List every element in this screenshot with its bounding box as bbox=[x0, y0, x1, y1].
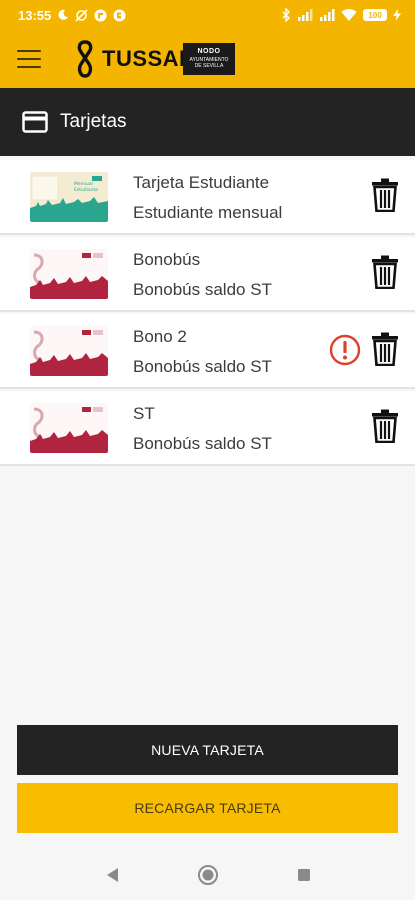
bluetooth-icon bbox=[281, 8, 291, 22]
charging-icon bbox=[393, 9, 401, 21]
card-item-tarjeta-estudiante[interactable]: Mensual Estudiante Tarjeta Estudiante Es… bbox=[0, 160, 415, 235]
alert-circle-icon[interactable] bbox=[329, 334, 361, 366]
moon-icon bbox=[57, 9, 69, 21]
svg-text:Mensual: Mensual bbox=[74, 181, 93, 187]
tussam-logo: TUSSAM bbox=[74, 40, 198, 78]
card-name: ST bbox=[133, 404, 155, 423]
card-name: Tarjeta Estudiante bbox=[133, 173, 270, 192]
home-icon bbox=[197, 865, 218, 885]
ayto-title: NODO bbox=[197, 48, 221, 55]
home-button[interactable] bbox=[197, 864, 219, 886]
page-title: Tarjetas bbox=[60, 111, 127, 132]
recents-button[interactable] bbox=[293, 864, 315, 886]
signal-icon bbox=[297, 9, 313, 21]
card-type: Bonobús saldo ST bbox=[133, 280, 272, 299]
card-name: Bono 2 bbox=[133, 327, 187, 346]
app-notification-icon bbox=[113, 9, 126, 22]
trash-icon[interactable] bbox=[371, 178, 399, 212]
card-item-bonobus[interactable]: Bonobús Bonobús saldo ST bbox=[0, 237, 415, 312]
tussam-logo-mark bbox=[77, 40, 93, 78]
card-type: Bonobús saldo ST bbox=[133, 357, 272, 376]
card-thumbnail bbox=[30, 326, 108, 376]
card-thumbnail bbox=[30, 403, 108, 453]
system-nav-bar bbox=[0, 850, 415, 900]
credit-card-icon bbox=[22, 111, 48, 133]
status-bar: 13:55 100 bbox=[0, 0, 415, 30]
ayto-line2: DE SEVILLA bbox=[194, 63, 224, 69]
card-info: Bono 2 Bonobús saldo ST bbox=[133, 326, 272, 378]
trash-icon[interactable] bbox=[371, 409, 399, 443]
ayuntamiento-logo: NODO AYUNTAMIENTO DE SEVILLA bbox=[183, 43, 235, 75]
card-type: Bonobús saldo ST bbox=[133, 434, 272, 453]
card-info: Bonobús Bonobús saldo ST bbox=[133, 249, 272, 301]
new-card-button[interactable]: NUEVA TARJETA bbox=[17, 725, 398, 775]
card-thumbnail bbox=[30, 249, 108, 299]
card-info: Tarjeta Estudiante Estudiante mensual bbox=[133, 172, 282, 224]
battery-icon: 100 bbox=[363, 9, 387, 21]
card-list: Mensual Estudiante Tarjeta Estudiante Es… bbox=[0, 160, 415, 468]
hamburger-icon bbox=[17, 50, 41, 52]
card-name: Bonobús bbox=[133, 250, 201, 269]
back-icon bbox=[106, 868, 118, 882]
app-notification-icon bbox=[94, 9, 107, 22]
card-item-st[interactable]: ST Bonobús saldo ST bbox=[0, 391, 415, 466]
app-bar: TUSSAM NODO AYUNTAMIENTO DE SEVILLA bbox=[0, 30, 415, 88]
sync-off-icon bbox=[75, 8, 88, 22]
back-button[interactable] bbox=[101, 864, 123, 886]
recharge-card-button[interactable]: RECARGAR TARJETA bbox=[17, 783, 398, 833]
svg-text:Estudiante: Estudiante bbox=[74, 187, 98, 193]
wifi-icon bbox=[341, 9, 357, 21]
section-header: Tarjetas bbox=[0, 88, 415, 156]
card-info: ST Bonobús saldo ST bbox=[133, 403, 272, 455]
card-thumbnail: Mensual Estudiante bbox=[30, 172, 108, 222]
trash-icon[interactable] bbox=[371, 255, 399, 289]
status-time: 13:55 bbox=[18, 7, 52, 23]
trash-icon[interactable] bbox=[371, 332, 399, 366]
card-type: Estudiante mensual bbox=[133, 203, 283, 222]
recents-icon bbox=[297, 869, 310, 881]
card-item-bono-2[interactable]: Bono 2 Bonobús saldo ST bbox=[0, 314, 415, 389]
menu-button[interactable] bbox=[17, 50, 41, 68]
signal-icon bbox=[319, 9, 335, 21]
